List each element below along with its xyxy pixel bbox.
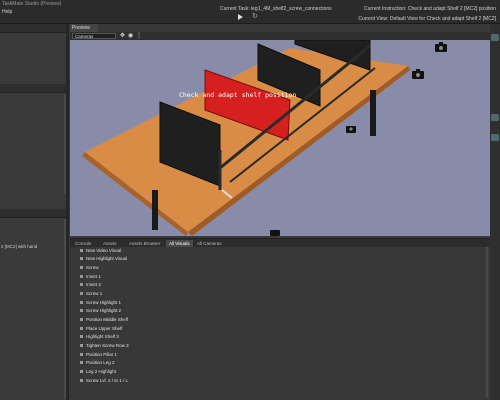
eye-icon[interactable]: ◉ [128,32,133,40]
list-item[interactable]: Highlight Shelf 3 [80,334,119,340]
camera-select[interactable]: Cameras [72,33,116,39]
current-view-label: Current View: Default View for Check and… [358,16,496,22]
current-task-label: Current Task: leg1_4M_shelf2_screw_conne… [220,6,332,12]
camera-icon-3[interactable] [346,126,356,133]
list-item[interactable]: Position Leg 2 [80,360,115,366]
camera-icon-4[interactable] [270,230,280,236]
title-bar: TaskMate Studio (Preview) Help Current T… [0,0,500,24]
visual-icon [80,353,83,357]
visuals-list: New Video Visual New Highlight Visual Sc… [70,247,490,400]
visual-icon [80,379,83,383]
tab-all-cameras[interactable]: All Cameras [194,240,225,247]
bottom-tabs: Console Assets Assets Browser All Visual… [70,238,490,247]
tab-preview[interactable]: Preview [70,24,98,32]
visual-icon [80,318,83,322]
table-leg [370,90,376,136]
camera-icon[interactable] [435,42,447,52]
list-item[interactable]: New Video Visual [80,248,121,254]
scene-render: Check and adapt shelf position [82,40,447,236]
tab-console[interactable]: Console [72,240,95,247]
list-item[interactable]: Position Pillar 1 [80,352,117,358]
tab-assets-browser[interactable]: Assets Browser [126,240,163,247]
visual-icon [80,344,83,348]
visual-icon [80,370,83,374]
tab-all-visuals[interactable]: All Visuals [166,240,193,247]
list-item[interactable]: Insert 1 [80,274,101,280]
camera-icon-2[interactable] [412,69,424,79]
menu-item-help[interactable]: Help [2,9,12,15]
table-leg-2 [152,190,158,230]
visual-icon [80,301,83,305]
visual-icon [80,327,83,331]
right-panel-button[interactable] [491,34,499,41]
list-item[interactable]: Screw Highlight 1 [80,300,121,306]
current-instruction-label: Current Instruction: Check and adapt She… [363,6,496,12]
list-item[interactable]: Place Upper Shelf [80,326,122,332]
left-panel: 2 [MC2] with hand [0,24,66,400]
tab-assets[interactable]: Assets [100,240,120,247]
viewport-toolbar: Cameras ✥ ◉ ⋮ [70,32,490,40]
preview-viewport[interactable]: Check and adapt shelf position [70,40,490,236]
visual-icon [80,283,83,287]
list-item[interactable]: Screw [80,265,99,271]
list-item[interactable]: Tighten Screw Row 3 [80,343,129,349]
left-panel-header [0,24,66,33]
visual-icon [80,361,83,365]
list-item[interactable]: Leg 2 Highlight [80,369,116,375]
overlay-instruction: Check and adapt shelf position [179,91,296,99]
right-panel [490,24,500,400]
play-icon[interactable] [238,14,243,20]
right-panel-button-2[interactable] [491,114,499,121]
list-item[interactable]: Screw Highlight 2 [80,308,121,314]
visual-icon [80,257,83,261]
list-item[interactable]: Screw Lvl. 2 / In 1 / L [80,378,128,384]
list-item[interactable]: Position Middle Shelf [80,317,128,323]
left-panel-section-header-2 [0,209,66,218]
list-item[interactable]: Screw 1 [80,291,102,297]
list-item[interactable]: New Highlight Visual [80,256,127,262]
visual-icon [80,335,83,339]
visuals-scrollbar[interactable] [486,247,488,397]
table-top [85,48,408,232]
more-icon[interactable]: ⋮ [136,32,142,40]
visual-icon [80,275,83,279]
app-title: TaskMate Studio (Preview) [2,1,62,7]
left-panel-step-label: 2 [MC2] with hand [1,244,38,249]
move-icon[interactable]: ✥ [120,32,125,40]
visual-icon [80,249,83,253]
list-item[interactable]: Insert 2 [80,282,101,288]
visual-icon [80,309,83,313]
left-panel-section-header [0,84,66,93]
visual-icon [80,266,83,270]
refresh-icon[interactable]: ↻ [252,13,258,20]
visual-icon [80,292,83,296]
panel-divider[interactable] [66,24,69,400]
right-panel-button-3[interactable] [491,134,499,141]
